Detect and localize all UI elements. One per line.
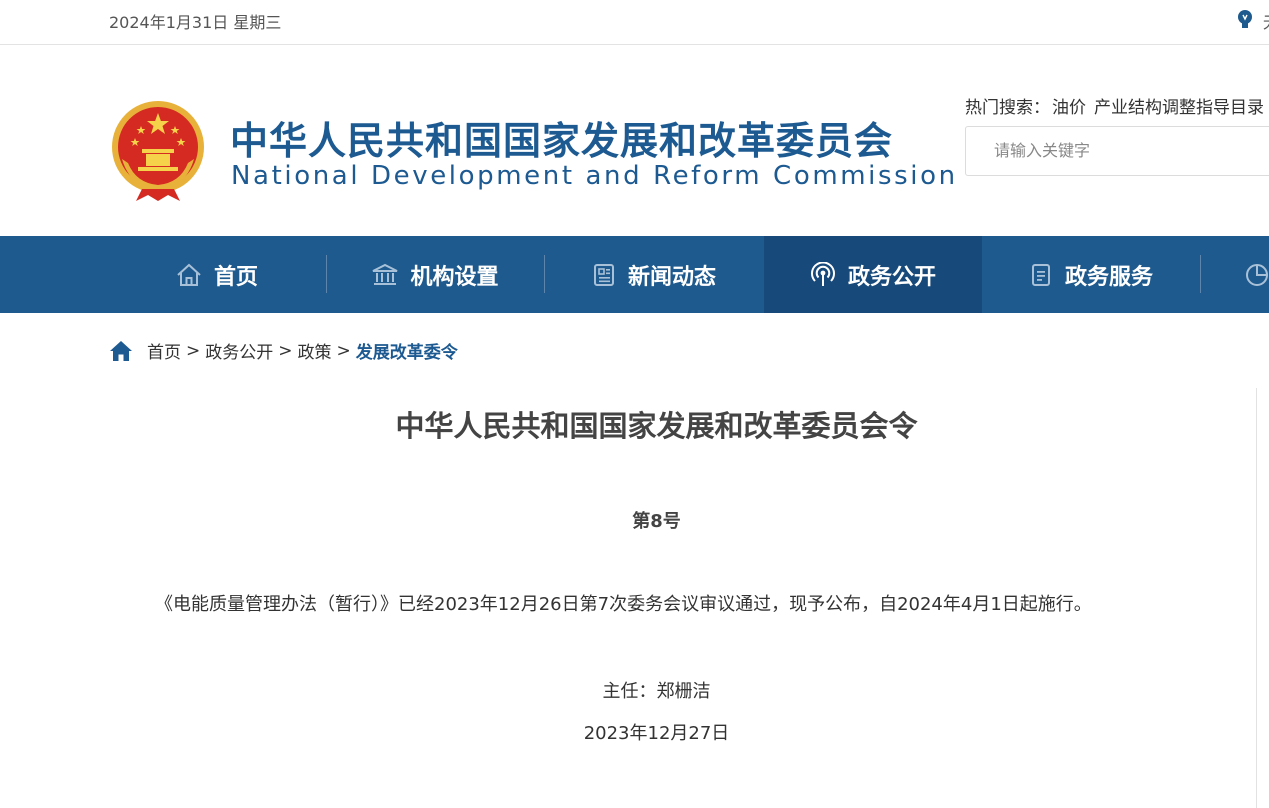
article-date: 2023年12月27日 — [583, 723, 730, 744]
main-nav: 首页 机构设置 新闻动态 政务公开 政务服务 — [0, 236, 1269, 313]
breadcrumb-link[interactable]: 首页 — [147, 338, 181, 363]
sidebar-border — [1256, 388, 1257, 808]
broadcast-icon — [810, 261, 835, 286]
nav-item-label: 首页 — [213, 264, 258, 290]
hot-search-link[interactable]: 产业结构调整指导目录 — [1094, 98, 1264, 118]
hot-search-link[interactable]: 油价 — [1052, 98, 1086, 118]
search-box[interactable] — [965, 126, 1269, 176]
search-input[interactable] — [992, 140, 1256, 161]
nav-item-institution[interactable]: 机构设置 — [327, 236, 544, 313]
article-number: 第8号 — [632, 511, 681, 532]
home-icon[interactable] — [109, 340, 133, 362]
breadcrumb-separator: > — [336, 340, 351, 361]
national-emblem-logo[interactable] — [108, 99, 208, 203]
nav-item-news[interactable]: 新闻动态 — [545, 236, 763, 313]
nav-divider — [1200, 255, 1201, 293]
chart-icon[interactable] — [1244, 262, 1269, 288]
hot-search-label: 热门搜索： — [965, 98, 1050, 118]
breadcrumb-current[interactable]: 发展改革委令 — [356, 338, 458, 363]
site-title-cn[interactable]: 中华人民共和国国家发展和改革委员会 — [230, 116, 893, 166]
article-title: 中华人民共和国国家发展和改革委员会令 — [395, 409, 918, 443]
nav-item-label: 机构设置 — [410, 264, 499, 290]
breadcrumb-separator: > — [278, 340, 293, 361]
site-title-en[interactable]: National Development and Reform Commissi… — [231, 160, 958, 192]
document-icon — [1031, 263, 1050, 286]
nav-item-label: 政务服务 — [1064, 264, 1153, 290]
nav-item-label: 政务公开 — [847, 264, 936, 290]
current-date: 2024年1月31日 星期三 — [109, 13, 282, 32]
institution-icon — [373, 263, 398, 285]
news-icon — [593, 263, 614, 286]
breadcrumb-link[interactable]: 政务公开 — [205, 338, 273, 363]
article-body: 《电能质量管理办法（暂行）》已经2023年12月26日第7次委务会议审议通过，现… — [155, 594, 1092, 615]
breadcrumb-link[interactable]: 政策 — [298, 338, 332, 363]
lightbulb-icon[interactable] — [1236, 9, 1254, 31]
home-icon — [177, 263, 201, 286]
nav-item-government-affairs[interactable]: 政务公开 — [764, 236, 982, 313]
hot-search: 热门搜索： 油价 产业结构调整指导目录 — [965, 93, 1269, 118]
breadcrumb-separator: > — [186, 340, 201, 361]
breadcrumb: 首页 > 政务公开 > 政策 > 发展改革委令 — [109, 338, 458, 363]
nav-item-home[interactable]: 首页 — [108, 236, 326, 313]
top-bar: 2024年1月31日 星期三 无 — [0, 0, 1269, 45]
article-signature: 主任：郑栅洁 — [602, 681, 711, 702]
nav-item-government-services[interactable]: 政务服务 — [982, 236, 1200, 313]
top-link[interactable]: 无 — [1263, 9, 1269, 33]
nav-item-label: 新闻动态 — [627, 264, 716, 290]
